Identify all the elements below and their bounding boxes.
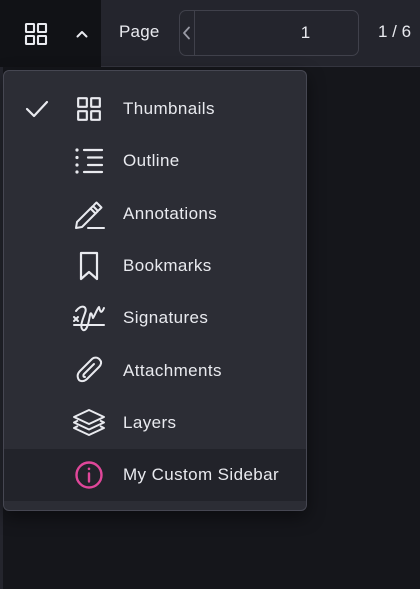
page-navigator	[179, 10, 359, 56]
page-number-input[interactable]	[194, 11, 358, 55]
layers-icon	[70, 404, 108, 442]
menu-item-outline[interactable]: Outline	[4, 135, 306, 187]
menu-item-thumbnails[interactable]: Thumbnails	[4, 83, 306, 135]
info-icon	[70, 456, 108, 494]
signature-icon	[70, 299, 108, 337]
menu-item-label: Thumbnails	[123, 99, 215, 119]
toolbar: Page 1 / 6	[0, 0, 420, 67]
menu-item-label: My Custom Sidebar	[123, 465, 280, 485]
sidebar-toggle-button[interactable]	[15, 14, 57, 54]
menu-item-bookmarks[interactable]: Bookmarks	[4, 240, 306, 292]
page-label: Page	[119, 22, 160, 41]
grid-icon	[24, 22, 48, 46]
menu-item-annotations[interactable]: Annotations	[4, 188, 306, 240]
menu-item-label: Outline	[123, 151, 180, 171]
selected-check-icon	[4, 99, 70, 119]
bookmark-icon	[70, 247, 108, 285]
menu-item-label: Layers	[123, 412, 177, 432]
menu-item-signatures[interactable]: Signatures	[4, 292, 306, 344]
previous-page-button[interactable]	[180, 11, 194, 55]
page-count: 1 / 6	[378, 22, 412, 41]
menu-item-label: Attachments	[123, 360, 222, 380]
menu-item-label: Annotations	[123, 203, 218, 223]
chevron-left-icon	[180, 25, 194, 41]
menu-item-label: Signatures	[123, 308, 209, 328]
outline-icon	[70, 142, 108, 180]
menu-item-layers[interactable]: Layers	[4, 397, 306, 449]
menu-item-label: Bookmarks	[123, 256, 212, 276]
menu-item-attachments[interactable]: Attachments	[4, 344, 306, 396]
thumbnails-icon	[70, 90, 108, 128]
chevron-up-icon	[74, 26, 90, 42]
sidebar-menu-button[interactable]	[66, 18, 98, 50]
paperclip-icon	[70, 352, 108, 390]
sidebar-toggle-group	[0, 0, 101, 67]
menu-item-my-custom-sidebar[interactable]: My Custom Sidebar	[4, 449, 306, 502]
sidebar-mode-menu: Thumbnails Outline Annotations Bookmarks…	[3, 70, 307, 511]
annotations-pencil-icon	[70, 195, 108, 233]
